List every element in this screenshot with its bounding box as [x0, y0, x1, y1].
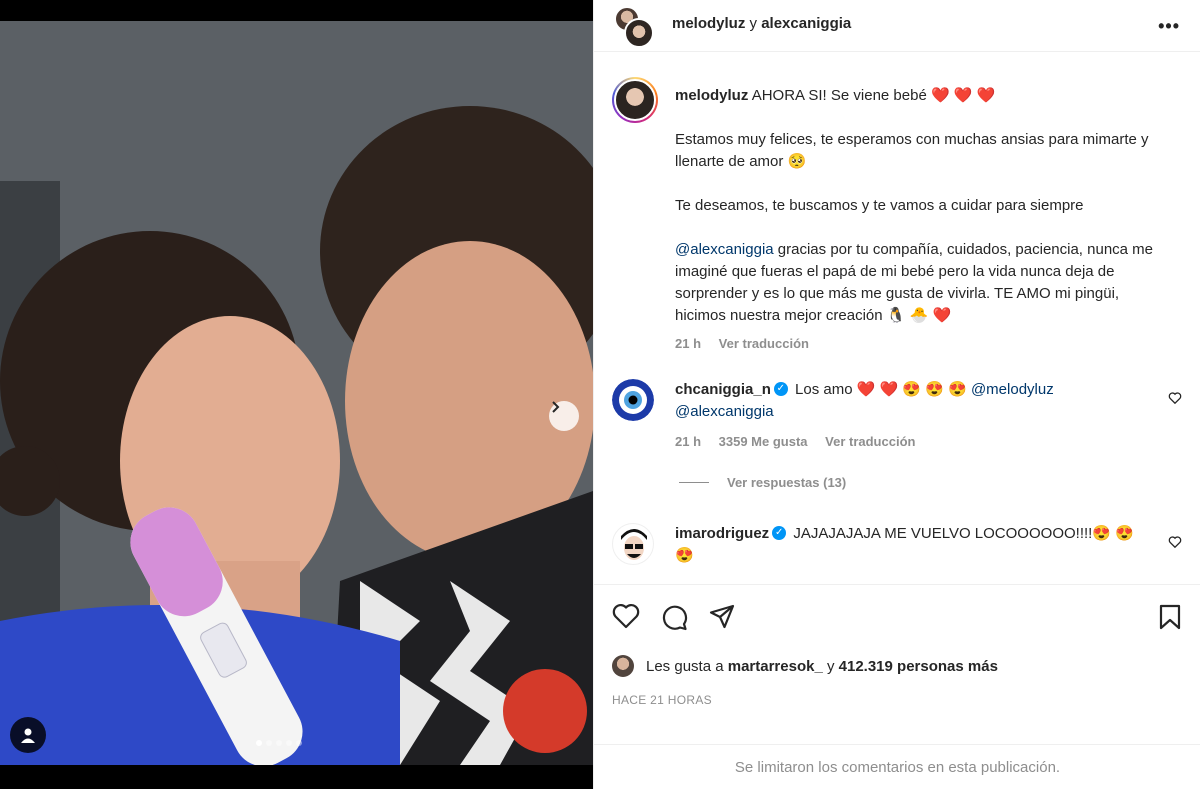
caption-line: AHORA SI! Se viene bebé ❤️ ❤️ ❤️ [751, 87, 996, 104]
heart-icon [1168, 392, 1182, 405]
likes-summary: Les gusta a martarresok_ y 412.319 perso… [612, 655, 998, 677]
collab-avatars[interactable] [614, 6, 654, 48]
avatar[interactable] [612, 379, 654, 421]
send-icon [709, 604, 735, 629]
like-comment-button[interactable] [1168, 535, 1182, 554]
view-replies-button[interactable]: Ver respuestas (13) [679, 475, 846, 490]
carousel-dot [276, 740, 282, 746]
comment-button[interactable] [660, 603, 688, 636]
like-comment-button[interactable] [1168, 391, 1182, 410]
post-header: melodyluz y alexcaniggia ••• [594, 0, 1200, 52]
evil-eye-icon [612, 379, 654, 421]
comment-text: imarodriguez ✓ JAJAJAJAJA ME VUELVO LOCOO… [675, 523, 1145, 567]
caption-meta: 21 h Ver traducción [675, 333, 1165, 355]
replies-divider [679, 482, 709, 483]
comments-section: melodyluz AHORA SI! Se viene bebé ❤️ ❤️ … [594, 53, 1200, 583]
user-icon [21, 728, 35, 743]
avatar [624, 18, 654, 48]
comment-username[interactable]: imarodriguez [675, 525, 769, 542]
post-authors: melodyluz y alexcaniggia [672, 15, 851, 32]
author-link[interactable]: melodyluz [672, 15, 745, 32]
carousel-dot [256, 740, 262, 746]
post-photo [0, 21, 593, 765]
story-ring-avatar[interactable] [612, 77, 658, 123]
more-options-button[interactable]: ••• [1158, 16, 1180, 37]
mention-link[interactable]: @melodyluz [971, 381, 1054, 398]
author-link[interactable]: alexcaniggia [761, 15, 851, 32]
authors-connector: y [749, 15, 758, 32]
like-button[interactable] [612, 603, 640, 636]
tagged-users-button[interactable] [10, 717, 46, 753]
post-timestamp[interactable]: HACE 21 HORAS [612, 693, 712, 707]
mention-link[interactable]: @alexcaniggia [675, 241, 774, 258]
carousel-dot [296, 740, 302, 746]
caption-username[interactable]: melodyluz [675, 87, 748, 104]
view-replies-label: Ver respuestas (13) [727, 475, 847, 490]
comment-icon [662, 605, 687, 631]
action-icons [612, 603, 736, 636]
mention-link[interactable]: @alexcaniggia [675, 403, 774, 420]
heart-icon [612, 604, 640, 629]
bookmark-icon [1159, 604, 1181, 630]
heart-icon [1168, 536, 1182, 549]
comment-meta: 21 h 3359 Me gusta Ver traducción [675, 431, 1145, 453]
post-panel: melodyluz y alexcaniggia ••• melodyluz A… [593, 0, 1200, 789]
carousel-indicators [256, 740, 302, 746]
avatar[interactable] [612, 523, 654, 565]
likes-prefix: Les gusta a [646, 657, 724, 675]
caption-paragraph: Te deseamos, te buscamos y te vamos a cu… [675, 197, 1084, 214]
comment-time[interactable]: 21 h [675, 434, 701, 449]
verified-badge-icon: ✓ [772, 526, 787, 541]
save-button[interactable] [1157, 603, 1183, 636]
post-actions: Les gusta a martarresok_ y 412.319 perso… [594, 584, 1200, 744]
cartoon-face-icon [621, 529, 647, 560]
avatar[interactable] [612, 655, 634, 677]
caption-paragraph: Estamos muy felices, te esperamos con mu… [675, 131, 1149, 170]
carousel-dot [286, 740, 292, 746]
comments-limited-notice: Se limitaron los comentarios en esta pub… [594, 744, 1200, 789]
chevron-right-icon [552, 401, 560, 413]
likes-connector: y [826, 657, 835, 675]
comment-body: Los amo ❤️ ❤️ 😍 😍 😍 [795, 381, 971, 398]
liker-username[interactable]: martarresok_ [728, 658, 823, 675]
couple-photo [0, 21, 593, 765]
verified-badge-icon: ✓ [773, 382, 788, 397]
carousel-dot [266, 740, 272, 746]
share-button[interactable] [708, 603, 736, 636]
comment-likes[interactable]: 3359 Me gusta [719, 434, 808, 449]
translate-link[interactable]: Ver traducción [825, 434, 915, 449]
avatar [614, 79, 656, 121]
likes-count[interactable]: 412.319 personas más [839, 658, 998, 675]
caption-time[interactable]: 21 h [675, 336, 701, 351]
next-media-button[interactable] [549, 401, 579, 431]
comment-text: chcaniggia_n ✓ Los amo ❤️ ❤️ 😍 😍 😍 @melod… [675, 379, 1145, 453]
comment-username[interactable]: chcaniggia_n [675, 381, 771, 398]
caption-text: melodyluz AHORA SI! Se viene bebé ❤️ ❤️ … [675, 85, 1165, 355]
post-media [0, 0, 593, 789]
translate-link[interactable]: Ver traducción [719, 336, 809, 351]
